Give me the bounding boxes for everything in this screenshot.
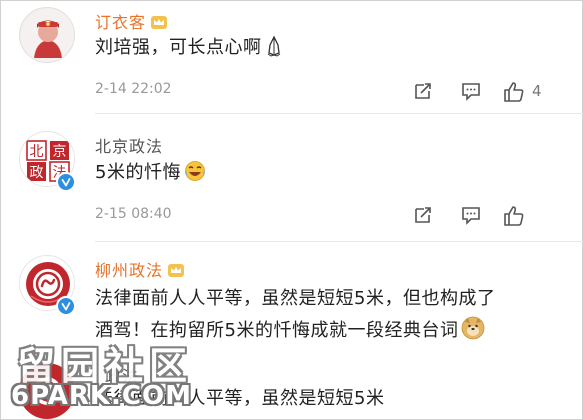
avatar[interactable] [19, 7, 75, 63]
comment-text: 刘培强，可长点心啊 [95, 32, 283, 68]
comment-text: 5米的忏悔 [95, 157, 206, 193]
doge-icon [461, 316, 485, 351]
crown-badge-icon [167, 262, 185, 282]
laughing-tears-icon [184, 160, 206, 193]
comment-text-line: 法律面前人人平等，虽然是短短5米，但也构成了 [95, 288, 496, 309]
comment-icon[interactable] [460, 80, 482, 104]
avatar-char: 政 [30, 165, 44, 181]
username[interactable]: 柳州政法 [95, 257, 185, 282]
username[interactable]: 北京政法 [95, 133, 163, 157]
like-button[interactable] [502, 80, 526, 104]
repost-icon[interactable] [412, 204, 434, 228]
watermark: 留园社区 6PARK.COM [5, 331, 195, 420]
divider [95, 241, 583, 242]
comment-actions [412, 204, 572, 228]
like-button[interactable] [502, 204, 526, 228]
comment-text-content: 刘培强，可长点心啊 [95, 37, 262, 58]
mao-portrait-icon [21, 9, 74, 62]
thumbs-up-icon [504, 206, 524, 226]
crown-badge-icon [150, 14, 168, 34]
comment-time: 2-15 08:40 [95, 206, 172, 222]
comment-list: 订衣客 刘培强，可长点心啊 2-14 22:02 4 北 京 政 北京政法 5米… [0, 0, 583, 420]
username[interactable]: 订衣客 [95, 9, 168, 34]
thumbs-up-icon [504, 82, 524, 102]
verified-badge-icon [56, 172, 76, 192]
comment-text-content: 5米的忏悔 [95, 162, 181, 183]
username-text[interactable]: 订衣客 [95, 13, 146, 32]
watermark-site: 6PARK.COM [11, 381, 192, 411]
avatar-char: 北 [30, 144, 44, 160]
repost-icon[interactable] [412, 80, 434, 104]
comment-actions: 4 [412, 80, 572, 104]
username-text[interactable]: 柳州政法 [95, 261, 163, 280]
like-count: 4 [532, 82, 542, 100]
pray-hands-icon [265, 35, 283, 68]
divider [95, 113, 583, 114]
verified-badge-icon [56, 296, 76, 316]
comment-icon[interactable] [460, 204, 482, 228]
avatar-char: 京 [53, 144, 67, 160]
comment-time: 2-14 22:02 [95, 81, 172, 97]
